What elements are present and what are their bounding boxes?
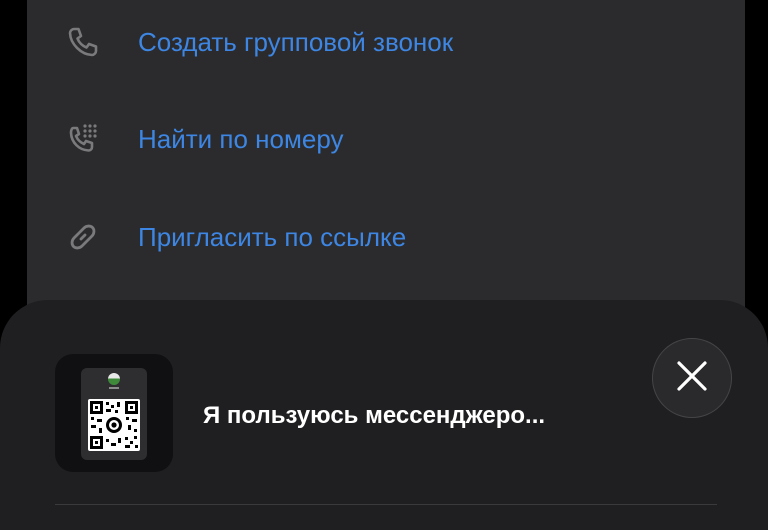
menu-item-label: Пригласить по ссылке <box>138 221 407 252</box>
profile-name-placeholder <box>81 387 147 389</box>
menu-item-label: Создать групповой звонок <box>138 26 454 57</box>
share-message-title[interactable]: Я пользуюсь мессенджеро... <box>203 402 545 430</box>
share-preview-thumbnail <box>55 354 173 472</box>
phone-icon <box>65 24 101 60</box>
avatar <box>108 373 120 385</box>
link-icon <box>65 219 101 255</box>
close-button[interactable] <box>652 338 732 418</box>
qr-code-icon <box>88 399 140 451</box>
menu-item-invite-by-link[interactable]: Пригласить по ссылке <box>27 207 745 267</box>
close-icon <box>675 359 709 398</box>
menu-panel: Создать групповой звонок Найти по номеру… <box>27 0 745 330</box>
menu-item-find-by-number[interactable]: Найти по номеру <box>27 109 745 169</box>
menu-item-label: Найти по номеру <box>138 123 344 154</box>
qr-card-preview <box>81 368 147 460</box>
share-sheet: Я пользуюсь мессенджеро... <box>0 300 768 530</box>
menu-item-group-call[interactable]: Создать групповой звонок <box>27 12 745 72</box>
divider <box>55 504 717 505</box>
phone-keypad-icon <box>65 121 101 157</box>
